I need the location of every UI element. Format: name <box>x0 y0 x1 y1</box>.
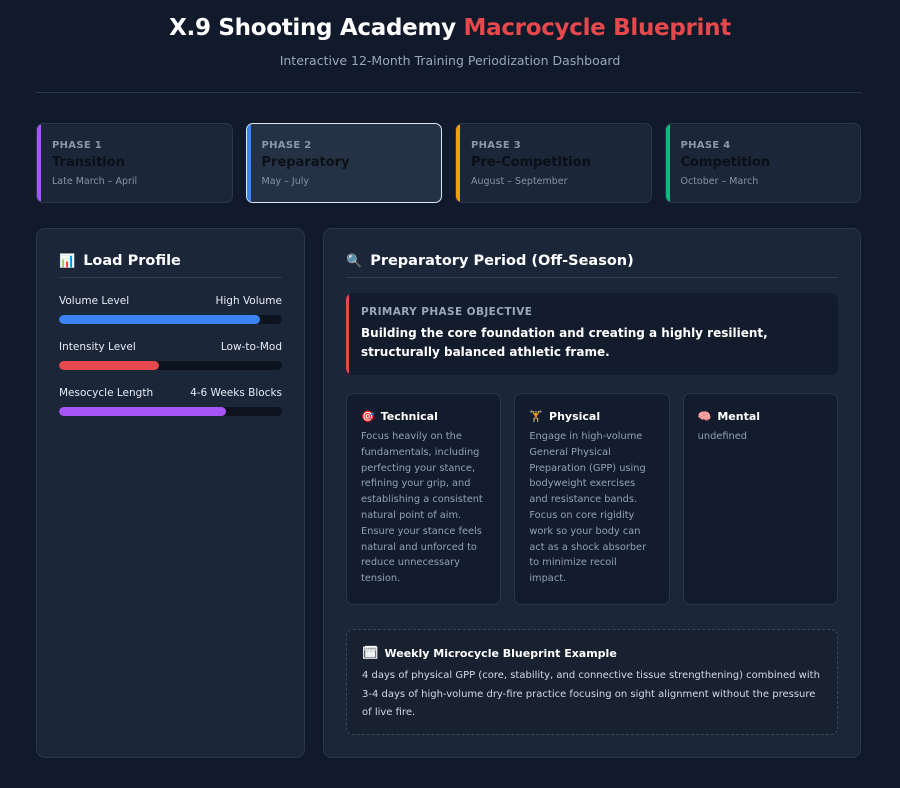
phase-dates: May – July <box>261 176 310 187</box>
title-main: X.9 Shooting Academy <box>169 15 456 41</box>
objective-text: Building the core foundation and creatin… <box>361 326 768 359</box>
metric-value: 4-6 Weeks Blocks <box>190 387 282 399</box>
phase-tab-pre-competition[interactable]: PHASE 3 Pre-Competition August – Septemb… <box>455 123 652 203</box>
column-text: Engage in high-volume General Physical P… <box>529 431 647 585</box>
load-profile-title-text: Load Profile <box>83 253 181 269</box>
weekly-microcycle: 🗓 Weekly Microcycle Blueprint Example 4 … <box>346 629 838 735</box>
weekly-title: Weekly Microcycle Blueprint Example <box>384 647 617 660</box>
phase-detail-card: 🔍 Preparatory Period (Off-Season) PRIMAR… <box>323 228 861 758</box>
focus-columns: 🎯 Technical Focus heavily on the fundame… <box>346 393 838 605</box>
column-text: Focus heavily on the fundamentals, inclu… <box>361 431 483 585</box>
title-accent: Macrocycle Blueprint <box>463 15 732 41</box>
phase-dates: August – September <box>471 176 568 187</box>
page-subtitle: Interactive 12-Month Training Periodizat… <box>279 53 621 68</box>
column-text: undefined <box>697 431 747 442</box>
phase-dates: Late March – April <box>52 176 138 187</box>
metric-label: Intensity Level <box>59 341 136 353</box>
page-title: X.9 Shooting Academy Macrocycle Blueprin… <box>0 15 900 41</box>
magnifier-icon: 🔍 <box>346 253 363 269</box>
phase-tab-competition[interactable]: PHASE 4 Competition October – March <box>664 123 861 203</box>
phase-tab-transition[interactable]: PHASE 1 Transition Late March – April <box>36 123 233 203</box>
bar-chart-icon: 📊 <box>59 253 76 269</box>
metric-fill <box>59 361 160 370</box>
weekly-text: 4 days of physical GPP (core, stability,… <box>362 670 820 718</box>
target-icon: 🎯 <box>361 410 375 423</box>
calendar-icon: 🗓 <box>362 646 379 661</box>
phase-number: PHASE 1 <box>52 140 103 151</box>
physical-column: 🏋 Physical Engage in high-volume General… <box>514 393 670 605</box>
metric-fill <box>59 407 227 416</box>
phase-detail-title: 🔍 Preparatory Period (Off-Season) <box>346 253 838 278</box>
phase-name: Preparatory <box>261 155 350 170</box>
phase-name: Competition <box>680 155 771 170</box>
phase-name: Transition <box>52 155 125 170</box>
metric-mesocycle: Mesocycle Length 4-6 Weeks Blocks <box>59 387 282 416</box>
phase-tab-preparatory[interactable]: PHASE 2 Preparatory May – July <box>245 123 442 203</box>
page-header: X.9 Shooting Academy Macrocycle Blueprin… <box>0 0 900 68</box>
load-profile-title: 📊 Load Profile <box>59 253 282 278</box>
objective-accent-bar <box>346 293 349 375</box>
column-title: Physical <box>549 410 601 423</box>
weightlifter-icon: 🏋 <box>529 410 544 423</box>
column-title: Technical <box>380 410 438 423</box>
phase-number: PHASE 4 <box>680 140 731 151</box>
phase-number: PHASE 3 <box>471 140 522 151</box>
metric-track <box>59 407 282 416</box>
metric-fill <box>59 315 260 324</box>
phase-detail-title-text: Preparatory Period (Off-Season) <box>370 253 634 269</box>
phase-color-bar <box>246 124 251 202</box>
brain-icon: 🧠 <box>697 410 712 423</box>
mental-column: 🧠 Mental undefined <box>682 393 838 605</box>
phase-name: Pre-Competition <box>471 155 591 170</box>
phase-color-bar <box>665 124 670 202</box>
technical-column: 🎯 Technical Focus heavily on the fundame… <box>346 393 502 605</box>
phase-dates: October – March <box>680 176 759 187</box>
metric-label: Mesocycle Length <box>59 387 154 399</box>
header-divider <box>36 92 862 93</box>
phase-tabs: PHASE 1 Transition Late March – April PH… <box>36 123 861 203</box>
primary-objective: PRIMARY PHASE OBJECTIVE Building the cor… <box>346 293 838 375</box>
metric-value: High Volume <box>215 295 282 307</box>
phase-color-bar <box>37 124 41 202</box>
metric-value: Low-to-Mod <box>220 341 282 353</box>
phase-number: PHASE 2 <box>261 140 312 151</box>
metric-track <box>59 361 282 370</box>
load-profile-card: 📊 Load Profile Volume Level High Volume … <box>36 228 305 758</box>
metric-track <box>59 315 282 324</box>
metric-volume: Volume Level High Volume <box>59 295 282 324</box>
phase-color-bar <box>456 124 460 202</box>
metric-intensity: Intensity Level Low-to-Mod <box>59 341 282 370</box>
metric-label: Volume Level <box>59 295 130 307</box>
column-title: Mental <box>717 410 761 423</box>
objective-label: PRIMARY PHASE OBJECTIVE <box>361 306 533 318</box>
